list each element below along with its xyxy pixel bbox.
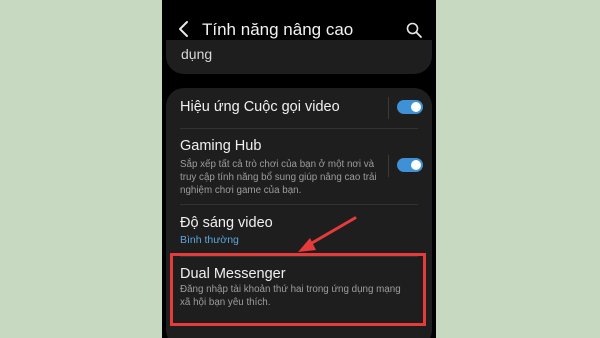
arrow-left-icon[interactable]	[174, 19, 194, 39]
search-icon[interactable]	[405, 21, 423, 39]
setting-title: Hiệu ứng Cuộc gọi video	[180, 99, 340, 115]
previous-setting-card[interactable]: dụng	[166, 40, 432, 74]
page-title: Tính năng nâng cao	[202, 20, 354, 39]
highlight-box	[170, 253, 426, 326]
separator	[388, 155, 389, 177]
setting-video-brightness[interactable]: Độ sáng video Bình thường	[166, 205, 432, 255]
previous-setting-text: dụng	[181, 46, 213, 62]
setting-gaming-hub[interactable]: Gaming Hub Sắp xếp tất cả trò chơi của b…	[166, 129, 432, 203]
toggle-knob	[411, 102, 421, 112]
toggle-knob	[411, 160, 421, 170]
setting-title: Gaming Hub	[180, 138, 262, 154]
separator	[388, 97, 389, 119]
setting-title: Độ sáng video	[180, 215, 273, 231]
setting-status: Bình thường	[180, 234, 239, 246]
setting-video-call-effects[interactable]: Hiệu ứng Cuộc gọi video	[166, 88, 432, 128]
setting-description: Sắp xếp tất cả trò chơi của bạn ở một nơ…	[180, 159, 377, 196]
video-call-effects-toggle[interactable]	[397, 100, 423, 114]
gaming-hub-toggle[interactable]	[397, 158, 423, 172]
